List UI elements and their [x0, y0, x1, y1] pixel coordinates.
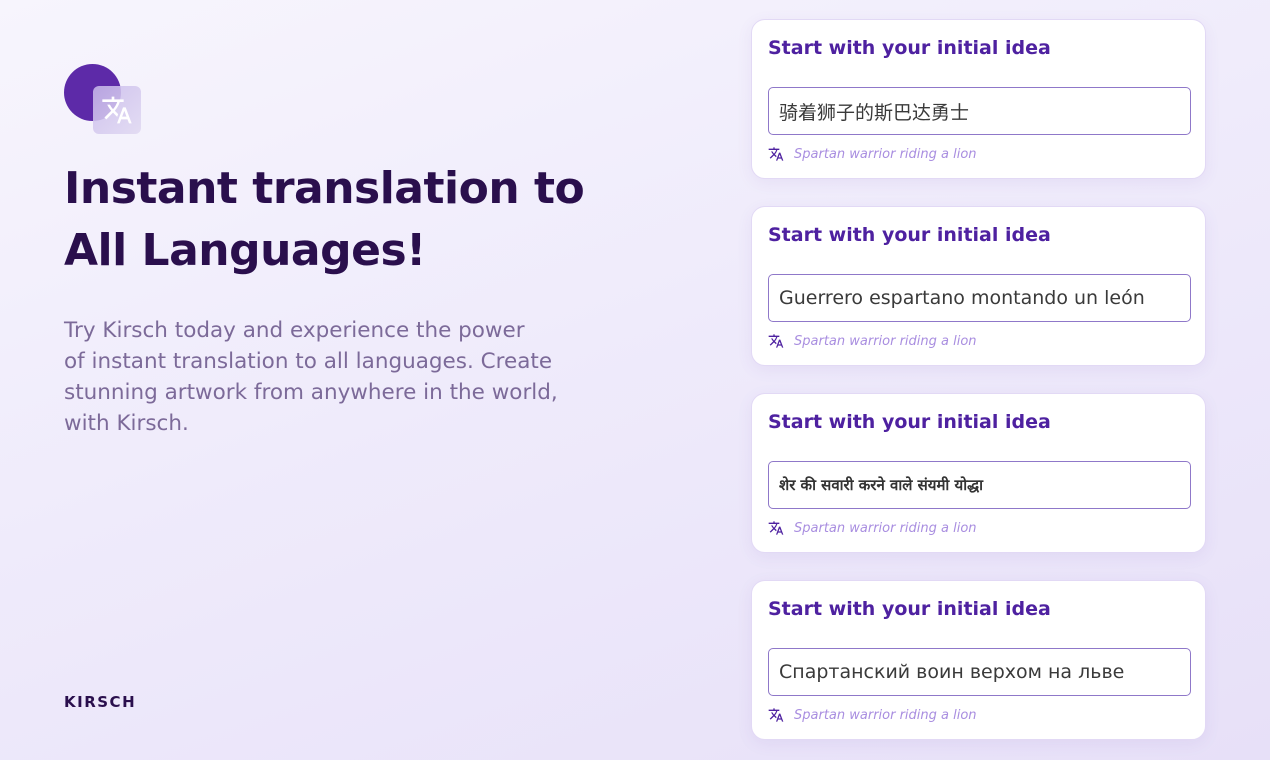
prompt-input[interactable]: शेर की सवारी करने वाले संयमी योद्धा — [768, 461, 1191, 509]
translate-icon — [768, 146, 784, 162]
translation-row: Spartan warrior riding a lion — [768, 146, 977, 162]
prompt-input[interactable]: 骑着狮子的斯巴达勇士 — [768, 87, 1191, 135]
description-line-3: stunning artwork from anywhere in the wo… — [64, 380, 558, 405]
hero-translate-badge — [64, 64, 142, 136]
translate-icon — [768, 333, 784, 349]
prompt-card-spanish: Start with your initial idea Guerrero es… — [751, 206, 1206, 366]
translation-row: Spartan warrior riding a lion — [768, 333, 977, 349]
headline-line-2: All Languages! — [64, 225, 426, 276]
translation-text: Spartan warrior riding a lion — [794, 520, 977, 536]
card-title: Start with your initial idea — [768, 37, 1051, 59]
card-title: Start with your initial idea — [768, 224, 1051, 246]
prompt-card-hindi: Start with your initial idea शेर की सवार… — [751, 393, 1206, 553]
prompt-input[interactable]: Спартанский воин верхом на льве — [768, 648, 1191, 696]
description-line-2: of instant translation to all languages.… — [64, 349, 553, 374]
description-line-1: Try Kirsch today and experience the powe… — [64, 318, 525, 343]
card-title: Start with your initial idea — [768, 598, 1051, 620]
translation-row: Spartan warrior riding a lion — [768, 520, 977, 536]
hero-description: Try Kirsch today and experience the powe… — [64, 315, 574, 439]
translate-icon — [768, 707, 784, 723]
translation-text: Spartan warrior riding a lion — [794, 146, 977, 162]
page-title: Instant translation to All Languages! — [64, 158, 664, 282]
prompt-card-chinese: Start with your initial idea 骑着狮子的斯巴达勇士 … — [751, 19, 1206, 179]
card-title: Start with your initial idea — [768, 411, 1051, 433]
translate-icon — [768, 520, 784, 536]
translate-icon — [93, 86, 141, 134]
headline-line-1: Instant translation to — [64, 163, 585, 214]
translation-text: Spartan warrior riding a lion — [794, 333, 977, 349]
prompt-card-russian: Start with your initial idea Спартанский… — [751, 580, 1206, 740]
translation-text: Spartan warrior riding a lion — [794, 707, 977, 723]
brand-logo: KIRSCH — [64, 693, 137, 711]
translation-row: Spartan warrior riding a lion — [768, 707, 977, 723]
description-line-4: with Kirsch. — [64, 411, 189, 436]
prompt-input[interactable]: Guerrero espartano montando un león — [768, 274, 1191, 322]
